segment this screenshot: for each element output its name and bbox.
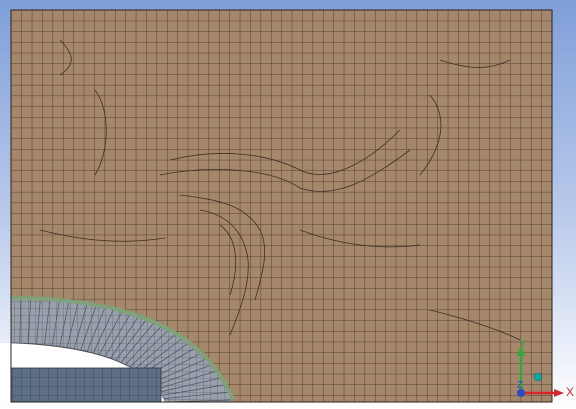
- graphics-viewport[interactable]: Y X Z: [0, 0, 576, 409]
- z-axis-label: Z: [517, 380, 524, 391]
- y-axis-label: Y: [519, 338, 527, 350]
- mesh-canvas[interactable]: [0, 0, 576, 409]
- x-axis-label: X: [566, 385, 575, 399]
- x-arrow-head-icon: [554, 389, 564, 397]
- mesh-insert-block[interactable]: [10, 367, 162, 403]
- iso-ball-icon[interactable]: [533, 372, 543, 382]
